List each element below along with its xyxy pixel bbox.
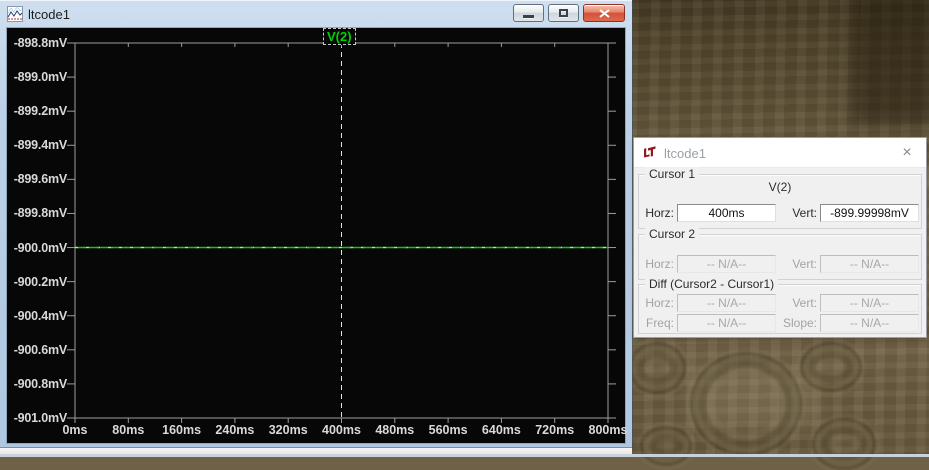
cursor2-vert-field: [820, 254, 919, 273]
wallpaper-ring: [640, 426, 692, 466]
diff-slope-field: [820, 313, 919, 332]
restore-button[interactable]: [548, 4, 579, 22]
diff-slope-label: Slope:: [782, 315, 817, 330]
cursor1-horz-field[interactable]: [677, 203, 776, 222]
waveform-window: ltcode1 V(2) -898.8mV -899.0mV -899.2mV -89…: [0, 0, 632, 447]
minimize-button[interactable]: [513, 4, 544, 22]
y-axis-label: -899.6mV: [13, 172, 67, 187]
y-axis-label: -899.8mV: [13, 206, 67, 221]
cursor1-vert-field[interactable]: [820, 203, 919, 222]
close-icon: [598, 8, 610, 18]
y-axis-label: -900.8mV: [13, 376, 67, 391]
cursor2-group: Cursor 2 Horz: Vert:: [638, 227, 922, 280]
wallpaper-ring: [800, 342, 862, 392]
cursor2-vert-label: Vert:: [792, 256, 817, 271]
ltspice-logo-icon: [642, 145, 658, 161]
y-axis-label: -900.0mV: [13, 240, 67, 255]
diff-group-label: Diff (Cursor2 - Cursor1): [645, 277, 779, 291]
waveform-app-icon: [7, 6, 23, 22]
waveform-plot-area[interactable]: V(2) -898.8mV -899.0mV -899.2mV -899.4mV -89…: [7, 28, 627, 443]
cursor-dialog-titlebar[interactable]: ltcode1 ×: [634, 138, 926, 168]
y-axis-label: -900.4mV: [13, 308, 67, 323]
restore-icon: [559, 9, 568, 17]
cursor2-group-label: Cursor 2: [645, 227, 700, 241]
y-axis-label: -898.8mV: [13, 36, 67, 50]
window-controls: [513, 4, 625, 22]
cursor-dialog-title: ltcode1: [664, 146, 706, 161]
y-axis-label: -899.4mV: [13, 138, 67, 153]
diff-group: Diff (Cursor2 - Cursor1) Horz: Vert: Fre…: [638, 277, 922, 334]
waveform-window-titlebar[interactable]: ltcode1: [0, 0, 632, 28]
dialog-close-icon[interactable]: ×: [896, 143, 918, 163]
minimize-icon: [523, 14, 534, 18]
trace-legend-v2[interactable]: V(2): [323, 28, 356, 45]
diff-horz-label: Horz:: [645, 295, 674, 310]
cursor-dialog: ltcode1 × Cursor 1 V(2) Horz: Vert: Curs…: [634, 138, 926, 337]
diff-row-2: Freq: Slope:: [641, 313, 919, 332]
diff-row-1: Horz: Vert:: [641, 293, 919, 312]
cursor1-trace-name: V(2): [768, 180, 792, 194]
cursor1-horz-label: Horz:: [645, 205, 674, 220]
wallpaper-ring: [690, 352, 802, 456]
diff-freq-label: Freq:: [645, 315, 674, 330]
diff-freq-field: [677, 313, 776, 332]
wallpaper-ring: [812, 418, 876, 470]
diff-vert-label: Vert:: [792, 295, 817, 310]
cursor2-horz-field: [677, 254, 776, 273]
x-axis-label: 800ms: [588, 423, 628, 437]
diff-vert-field: [820, 293, 919, 312]
y-axis-label: -900.2mV: [13, 274, 67, 289]
cursor1-row: Horz: Vert:: [641, 203, 919, 222]
cursor2-horz-label: Horz:: [645, 256, 674, 271]
diff-horz-field: [677, 293, 776, 312]
wallpaper-ring: [628, 342, 686, 394]
cursor1-vert-label: Vert:: [792, 205, 817, 220]
y-axis-label: -899.0mV: [13, 70, 67, 85]
close-button[interactable]: [583, 4, 625, 22]
cursor1-group-label: Cursor 1: [645, 167, 700, 181]
y-axis-label: -900.6mV: [13, 342, 67, 357]
wallpaper-dark-patch: [852, 0, 929, 125]
waveform-window-title: ltcode1: [28, 7, 70, 22]
y-axis-label: -899.2mV: [13, 104, 67, 119]
cursor1-group: Cursor 1 V(2) Horz: Vert:: [638, 167, 922, 229]
cursor2-row: Horz: Vert:: [641, 254, 919, 273]
